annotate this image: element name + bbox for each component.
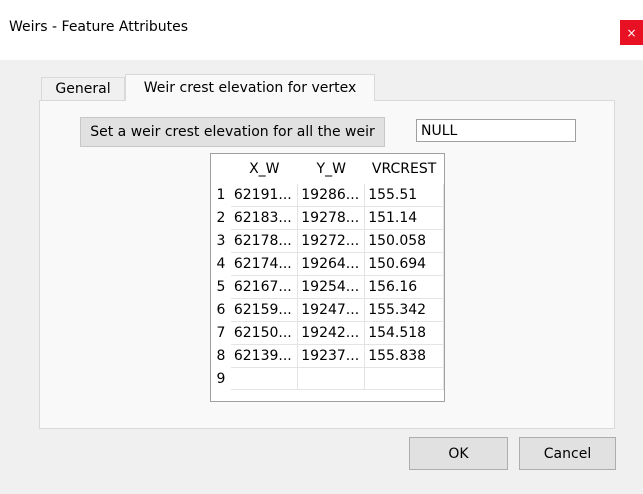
column-header-x[interactable]: X_W	[231, 154, 298, 184]
window-title: Weirs - Feature Attributes	[9, 19, 188, 35]
tab-general-label: General	[55, 81, 111, 97]
elevation-value-input[interactable]	[416, 119, 576, 142]
table-row: 5 62167... 19254... 156.16	[211, 275, 444, 299]
tab-general[interactable]: General	[41, 77, 125, 100]
close-button[interactable]: ×	[620, 20, 643, 45]
title-bar: Weirs - Feature Attributes ×	[0, 0, 643, 60]
column-header-y[interactable]: Y_W	[298, 154, 365, 184]
table-row: 6 62159... 19247... 155.342	[211, 298, 444, 322]
cell-vrcrest[interactable]: 154.518	[364, 321, 444, 345]
vertex-table-grid: X_W Y_W VRCREST 1 62191... 19286... 155.…	[211, 154, 444, 390]
cell-y[interactable]	[297, 367, 366, 390]
cell-vrcrest[interactable]: 155.838	[364, 344, 444, 368]
close-icon: ×	[626, 25, 637, 40]
cell-y[interactable]: 19272...	[297, 229, 366, 253]
row-number[interactable]: 5	[211, 276, 231, 299]
row-number[interactable]: 6	[211, 299, 231, 322]
cell-y[interactable]: 19264...	[297, 252, 366, 276]
cell-x[interactable]: 62167...	[230, 275, 299, 299]
cell-vrcrest[interactable]: 155.342	[364, 298, 444, 322]
cell-vrcrest[interactable]: 155.51	[364, 184, 444, 207]
cell-y[interactable]: 19247...	[297, 298, 366, 322]
table-row: 8 62139... 19237... 155.838	[211, 344, 444, 368]
cell-x[interactable]	[230, 367, 299, 390]
table-row: 3 62178... 19272... 150.058	[211, 229, 444, 253]
cell-vrcrest[interactable]: 156.16	[364, 275, 444, 299]
row-number[interactable]: 9	[211, 368, 231, 390]
set-all-elevation-button[interactable]: Set a weir crest elevation for all the w…	[80, 117, 385, 147]
table-row: 9	[211, 367, 444, 390]
cell-x[interactable]: 62178...	[230, 229, 299, 253]
row-number[interactable]: 2	[211, 207, 231, 230]
table-row: 1 62191... 19286... 155.51	[211, 184, 444, 207]
row-number[interactable]: 3	[211, 230, 231, 253]
cell-y[interactable]: 19286...	[297, 184, 366, 207]
table-header-row: X_W Y_W VRCREST	[211, 154, 444, 184]
cancel-button-label: Cancel	[543, 445, 592, 462]
row-number-header	[211, 154, 231, 184]
column-header-vrcrest[interactable]: VRCREST	[365, 154, 444, 184]
cell-vrcrest[interactable]	[364, 367, 444, 390]
cell-y[interactable]: 19278...	[297, 206, 366, 230]
tab-weir-crest-elevation-label: Weir crest elevation for vertex	[143, 80, 357, 96]
cell-x[interactable]: 62150...	[230, 321, 299, 345]
table-row: 2 62183... 19278... 151.14	[211, 206, 444, 230]
cell-x[interactable]: 62191...	[230, 184, 299, 207]
cell-y[interactable]: 19237...	[297, 344, 366, 368]
ok-button[interactable]: OK	[409, 437, 508, 470]
row-number[interactable]: 1	[211, 184, 231, 207]
table-row: 7 62150... 19242... 154.518	[211, 321, 444, 345]
cell-x[interactable]: 62139...	[230, 344, 299, 368]
cell-vrcrest[interactable]: 150.058	[364, 229, 444, 253]
row-number[interactable]: 4	[211, 253, 231, 276]
ok-button-label: OK	[448, 445, 469, 462]
cell-y[interactable]: 19242...	[297, 321, 366, 345]
set-all-elevation-button-label: Set a weir crest elevation for all the w…	[90, 124, 375, 140]
table-row: 4 62174... 19264... 150.694	[211, 252, 444, 276]
cell-x[interactable]: 62174...	[230, 252, 299, 276]
row-number[interactable]: 7	[211, 322, 231, 345]
cell-vrcrest[interactable]: 150.694	[364, 252, 444, 276]
row-number[interactable]: 8	[211, 345, 231, 368]
cell-vrcrest[interactable]: 151.14	[364, 206, 444, 230]
vertex-table[interactable]: X_W Y_W VRCREST 1 62191... 19286... 155.…	[210, 153, 445, 402]
tab-weir-crest-elevation[interactable]: Weir crest elevation for vertex	[125, 74, 375, 101]
cancel-button[interactable]: Cancel	[519, 437, 616, 470]
cell-x[interactable]: 62159...	[230, 298, 299, 322]
cell-x[interactable]: 62183...	[230, 206, 299, 230]
cell-y[interactable]: 19254...	[297, 275, 366, 299]
